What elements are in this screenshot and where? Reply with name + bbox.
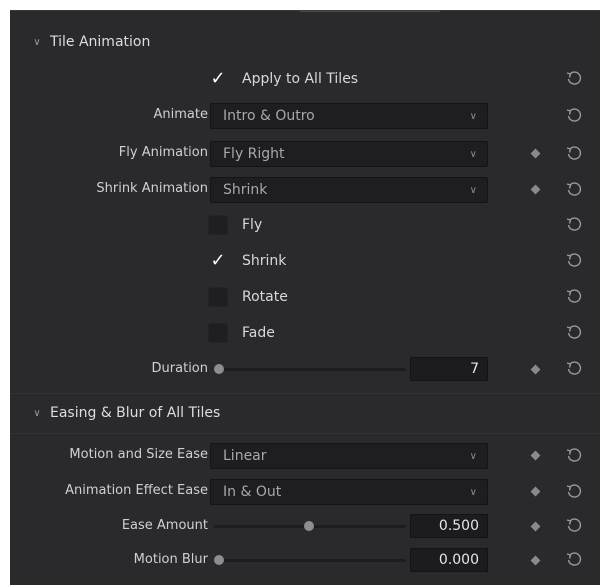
- checkbox-box[interactable]: [208, 323, 228, 343]
- chevron-down-icon: ∨: [469, 184, 477, 196]
- slider-knob[interactable]: [214, 364, 224, 374]
- keyframe-diamond-icon[interactable]: [530, 184, 541, 195]
- reset-icon[interactable]: [563, 445, 585, 467]
- checkbox-box[interactable]: ✓: [208, 69, 228, 89]
- keyframe-diamond-icon[interactable]: [530, 450, 541, 461]
- duration-value-field[interactable]: 7: [410, 357, 488, 381]
- reset-icon[interactable]: [563, 250, 585, 272]
- reset-icon[interactable]: [563, 481, 585, 503]
- checkmark-icon: ✓: [210, 250, 226, 271]
- shrink-animation-label: Shrink Animation: [96, 181, 208, 196]
- checkbox-label: Apply to All Tiles: [242, 71, 359, 87]
- shrink-animation-value: Shrink: [223, 182, 268, 198]
- keyframe-diamond-icon[interactable]: [530, 521, 541, 532]
- motion-size-ease-label: Motion and Size Ease: [69, 447, 208, 462]
- checkbox-box[interactable]: ✓: [208, 251, 228, 271]
- animate-value: Intro & Outro: [223, 108, 315, 124]
- animate-dropdown[interactable]: Intro & Outro ∨: [210, 103, 488, 129]
- chevron-down-icon: ∨: [469, 486, 477, 498]
- fly-checkbox[interactable]: Fly: [208, 212, 262, 238]
- checkbox-label: Fade: [242, 325, 275, 341]
- reset-icon[interactable]: [563, 358, 585, 380]
- section-title: Easing & Blur of All Tiles: [50, 405, 221, 421]
- motion-size-ease-value: Linear: [223, 448, 267, 464]
- keyframe-diamond-icon[interactable]: [530, 486, 541, 497]
- fade-checkbox[interactable]: Fade: [208, 320, 275, 346]
- inspector-panel: ∨ Tile Animation ✓ Apply to All Tiles An…: [10, 10, 600, 585]
- ease-amount-slider[interactable]: [210, 516, 406, 536]
- checkbox-label: Shrink: [242, 253, 287, 269]
- rotate-checkbox[interactable]: Rotate: [208, 284, 288, 310]
- chevron-down-icon: ∨: [469, 148, 477, 160]
- apply-all-tiles-checkbox[interactable]: ✓ Apply to All Tiles: [208, 66, 358, 92]
- motion-blur-value-field[interactable]: 0.000: [410, 548, 488, 572]
- checkbox-box[interactable]: [208, 287, 228, 307]
- chevron-down-icon: ∨: [33, 36, 41, 48]
- keyframe-diamond-icon[interactable]: [530, 364, 541, 375]
- reset-icon[interactable]: [563, 322, 585, 344]
- section-header-tile-animation[interactable]: ∨ Tile Animation: [30, 27, 150, 57]
- ease-amount-value-field[interactable]: 0.500: [410, 514, 488, 538]
- duration-value: 7: [470, 361, 479, 377]
- reset-icon[interactable]: [563, 179, 585, 201]
- motion-size-ease-dropdown[interactable]: Linear ∨: [210, 443, 488, 469]
- motion-blur-label: Motion Blur: [133, 552, 208, 567]
- fly-animation-dropdown[interactable]: Fly Right ∨: [210, 141, 488, 167]
- motion-blur-slider[interactable]: [210, 550, 406, 570]
- reset-icon[interactable]: [563, 515, 585, 537]
- slider-track: [214, 559, 406, 562]
- section-title: Tile Animation: [50, 34, 151, 50]
- effect-ease-dropdown[interactable]: In & Out ∨: [210, 479, 488, 505]
- checkmark-icon: ✓: [210, 68, 226, 89]
- duration-label: Duration: [151, 361, 208, 376]
- reset-icon[interactable]: [563, 549, 585, 571]
- reset-icon[interactable]: [563, 214, 585, 236]
- section-header-easing-blur[interactable]: ∨ Easing & Blur of All Tiles: [30, 398, 220, 428]
- checkbox-box[interactable]: [208, 215, 228, 235]
- shrink-checkbox[interactable]: ✓ Shrink: [208, 248, 286, 274]
- ease-amount-label: Ease Amount: [121, 518, 208, 533]
- checkbox-label: Fly: [242, 217, 263, 233]
- section-divider: [10, 433, 600, 434]
- chevron-down-icon: ∨: [469, 110, 477, 122]
- reset-icon[interactable]: [563, 105, 585, 127]
- fly-animation-label: Fly Animation: [118, 145, 208, 160]
- reset-icon[interactable]: [563, 68, 585, 90]
- checkbox-label: Rotate: [242, 289, 288, 305]
- chevron-down-icon: ∨: [33, 407, 41, 419]
- duration-slider[interactable]: [210, 359, 406, 379]
- ease-amount-value: 0.500: [438, 518, 479, 534]
- chevron-down-icon: ∨: [469, 450, 477, 462]
- section-divider: [10, 393, 600, 394]
- keyframe-diamond-icon[interactable]: [530, 148, 541, 159]
- slider-track: [214, 368, 406, 371]
- panel-top-line: [300, 11, 440, 12]
- effect-ease-label: Animation Effect Ease: [65, 483, 208, 498]
- slider-knob[interactable]: [214, 555, 224, 565]
- fly-animation-value: Fly Right: [223, 146, 285, 162]
- keyframe-diamond-icon[interactable]: [530, 555, 541, 566]
- animate-label: Animate: [153, 107, 208, 122]
- motion-blur-value: 0.000: [438, 552, 479, 568]
- slider-knob[interactable]: [304, 521, 314, 531]
- shrink-animation-dropdown[interactable]: Shrink ∨: [210, 177, 488, 203]
- effect-ease-value: In & Out: [223, 484, 282, 500]
- reset-icon[interactable]: [563, 143, 585, 165]
- reset-icon[interactable]: [563, 286, 585, 308]
